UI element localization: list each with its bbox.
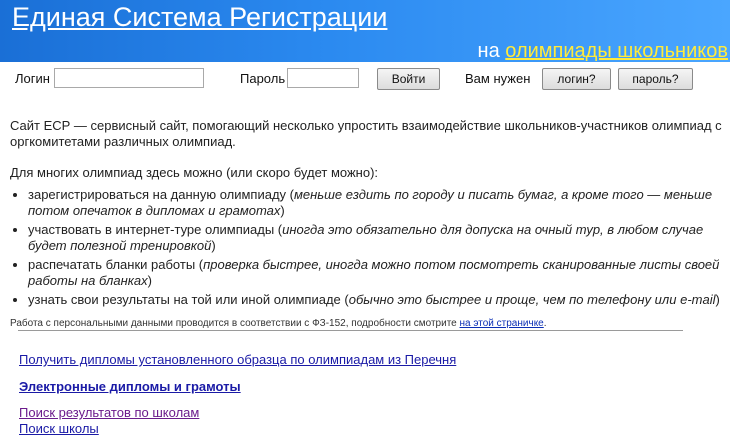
header-banner: Единая Система Регистрации на олимпиады … bbox=[0, 0, 730, 62]
list-item: зарегистрироваться на данную олимпиаду (… bbox=[28, 187, 722, 219]
electronic-diplomas-link[interactable]: Электронные дипломы и грамоты bbox=[19, 379, 456, 395]
login-input[interactable] bbox=[54, 68, 204, 88]
login-label: Логин bbox=[15, 71, 50, 86]
school-results-link[interactable]: Поиск результатов по школам bbox=[19, 405, 456, 421]
school-search-link[interactable]: Поиск школы bbox=[19, 421, 456, 437]
features-intro: Для многих олимпиад здесь можно (или ско… bbox=[10, 165, 379, 180]
links-section: Получить дипломы установленного образца … bbox=[19, 352, 456, 437]
password-input[interactable] bbox=[287, 68, 359, 88]
list-item: участвовать в интернет-туре олимпиады (и… bbox=[28, 222, 722, 254]
list-item: узнать свои результаты на той или иной о… bbox=[28, 292, 722, 308]
features-list: зарегистрироваться на данную олимпиаду (… bbox=[10, 187, 722, 308]
divider bbox=[18, 330, 683, 331]
need-label: Вам нужен bbox=[465, 71, 531, 86]
site-title[interactable]: Единая Система Регистрации bbox=[12, 2, 387, 33]
password-label: Пароль bbox=[240, 71, 286, 86]
olympiads-link[interactable]: олимпиады школьников bbox=[505, 40, 728, 62]
intro-section: Сайт ЕСР — сервисный сайт, помогающий не… bbox=[10, 118, 722, 332]
login-button[interactable]: Войти bbox=[377, 68, 440, 90]
subtitle-prefix: на bbox=[477, 40, 506, 62]
diplomas-list-link[interactable]: Получить дипломы установленного образца … bbox=[19, 352, 456, 368]
site-subtitle: на олимпиады школьников bbox=[478, 40, 728, 63]
feature-note: обычно это быстрее и проще, чем по телеф… bbox=[348, 292, 716, 307]
privacy-link[interactable]: на этой страничке bbox=[460, 318, 544, 329]
forgot-login-button[interactable]: логин? bbox=[542, 68, 611, 90]
list-item: распечатать бланки работы (проверка быст… bbox=[28, 257, 722, 289]
forgot-password-button[interactable]: пароль? bbox=[618, 68, 693, 90]
login-bar: Логин Пароль Войти Вам нужен логин? паро… bbox=[0, 68, 730, 90]
intro-paragraph: Сайт ЕСР — сервисный сайт, помогающий не… bbox=[10, 118, 722, 149]
